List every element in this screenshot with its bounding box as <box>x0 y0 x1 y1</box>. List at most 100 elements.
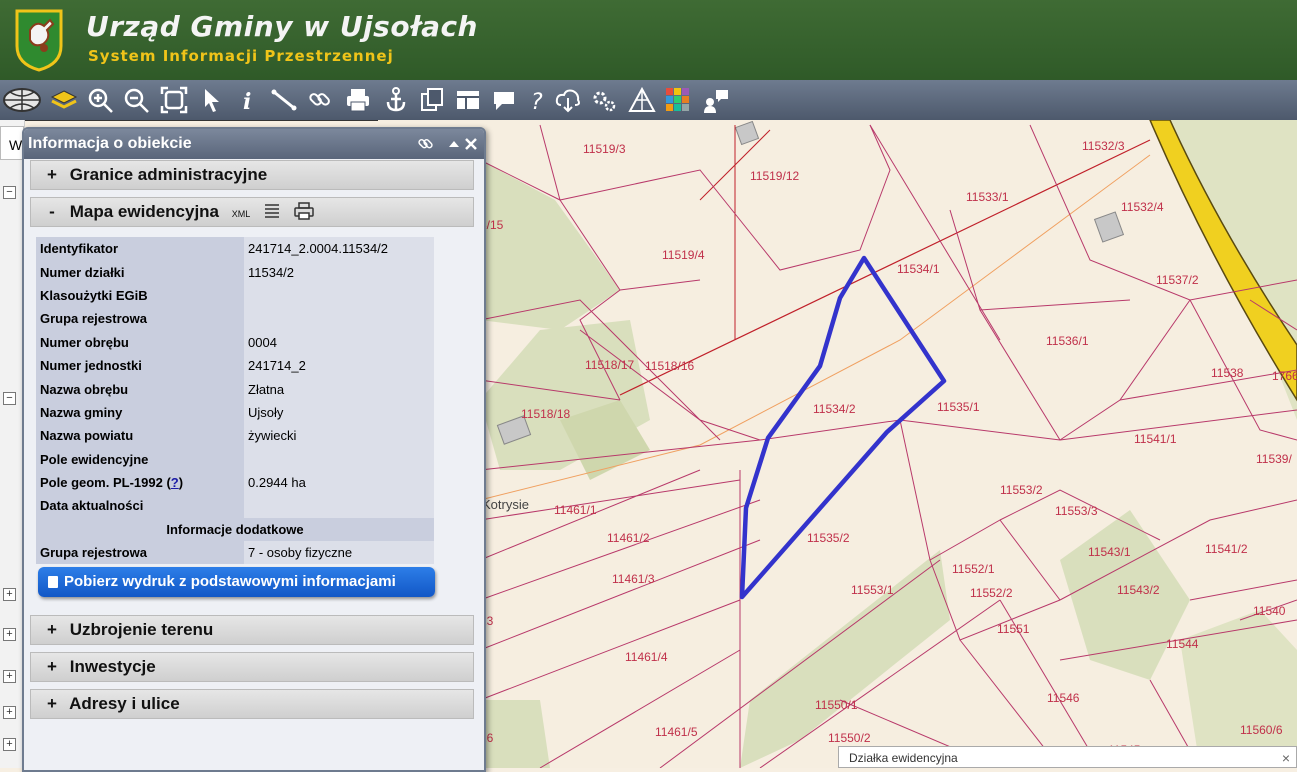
parcel-number-label: 11539/ <box>1256 452 1292 466</box>
parcel-number-label: 11541/2 <box>1205 542 1248 556</box>
xml-export-icon[interactable]: XML <box>232 209 251 219</box>
attribute-table: Identyfikator 241714_2.0004.11534/2 Numer … <box>36 237 434 565</box>
section-granice-administracyjne[interactable]: + Granice administracyjne <box>30 160 474 190</box>
expand-toggle[interactable]: + <box>3 670 16 683</box>
color-grid-icon[interactable] <box>664 86 692 114</box>
attribute-row: Nazwa obrębu Złatna <box>36 377 434 401</box>
parcel-number-label: 11532/4 <box>1121 200 1164 214</box>
attribute-key: Numer działki <box>36 260 244 284</box>
layer-tree-tab[interactable]: W <box>0 126 24 160</box>
attribute-key-text: Data aktualności <box>40 498 144 514</box>
parcel-number-label: 11550/1 <box>815 698 858 712</box>
section-label: Granice administracyjne <box>69 165 268 184</box>
expand-toggle[interactable]: + <box>3 628 16 641</box>
zoom-extent-icon[interactable] <box>160 86 188 114</box>
parcel-number-label: 11544 <box>1166 637 1199 651</box>
zoom-out-icon[interactable] <box>122 86 150 114</box>
link-icon[interactable] <box>417 136 435 152</box>
attribute-key: Grupa rejestrowa <box>36 307 244 331</box>
section-mapa-ewidencyjna[interactable]: - Mapa ewidencyjna XML <box>30 197 474 227</box>
expand-sign: + <box>47 694 57 713</box>
help-icon[interactable]: ? <box>524 86 552 114</box>
attribute-row: Grupa rejestrowa <box>36 307 434 331</box>
settings-icon[interactable] <box>590 86 618 114</box>
panel-title: Informacja o obiekcie <box>24 129 484 159</box>
cloud-download-icon[interactable] <box>554 86 582 114</box>
attribute-key: Pole geom. PL-1992 (?) <box>36 470 244 495</box>
place-name-label: Kotrysie <box>482 497 529 512</box>
parcel-number-label: 11543/2 <box>1117 583 1160 597</box>
attribute-key: Numer obrębu <box>36 330 244 354</box>
attribute-key-text: Pole geom. PL-1992 <box>40 475 163 491</box>
parcel-number-label: 11543/1 <box>1088 545 1131 559</box>
expand-toggle[interactable]: + <box>3 588 16 601</box>
parcel-number-label: 11532/3 <box>1082 139 1125 153</box>
attribute-value: żywiecki <box>244 424 434 448</box>
attribute-row: Pole geom. PL-1992 (?) 0.2944 ha <box>36 470 434 495</box>
main-toolbar: i ? <box>0 80 1297 121</box>
parcel-number-label: 11461/5 <box>655 725 698 739</box>
parcel-number-label: 11551 <box>997 622 1030 636</box>
expand-sign: + <box>47 657 57 676</box>
object-info-panel: Informacja o obiekcie + Granice administ… <box>22 127 486 772</box>
section-adresy-i-ulice[interactable]: + Adresy i ulice <box>30 689 474 719</box>
attribute-key-text: Nazwa obrębu <box>40 381 129 397</box>
app-subtitle: System Informacji Przestrzennej <box>88 47 394 65</box>
attribute-value: Ujsoły <box>244 400 434 425</box>
parcel-number-label: 11519/12 <box>750 169 799 183</box>
measure-distance-icon[interactable] <box>270 86 298 114</box>
list-icon[interactable] <box>263 202 281 220</box>
attribute-value: 241714_2 <box>244 353 434 378</box>
comment-icon[interactable] <box>490 86 518 114</box>
parcel-number-label: 11461/2 <box>607 531 650 545</box>
attribute-row: Pole ewidencyjne <box>36 447 434 471</box>
attribute-row: Numer działki 11534/2 <box>36 260 434 284</box>
expand-toggle[interactable]: + <box>3 738 16 751</box>
map-canvas[interactable]: 11519/311519/1211532/311533/111532/48/15… <box>378 120 1297 768</box>
parcel-number-label: 11537/2 <box>1156 273 1199 287</box>
svg-text:i: i <box>243 89 251 114</box>
layers-icon[interactable] <box>50 86 78 114</box>
parcel-number-label: 11535/2 <box>807 531 850 545</box>
collapse-toggle[interactable]: − <box>3 392 16 405</box>
attribute-key: Data aktualności <box>36 494 244 518</box>
close-icon[interactable] <box>464 136 478 152</box>
help-link[interactable]: ? <box>171 475 179 490</box>
export-icon[interactable] <box>418 86 446 114</box>
attribute-value <box>244 447 434 471</box>
print-icon[interactable] <box>293 202 314 220</box>
parcel-number-label: 11535/1 <box>937 400 980 414</box>
extra-info-header: Informacje dodatkowe <box>36 517 434 542</box>
parcel-number-label: 11540 <box>1253 604 1286 618</box>
parcel-number-label: 11546 <box>1047 691 1080 705</box>
download-printout-button[interactable]: Pobierz wydruk z podstawowymi informacja… <box>38 567 435 597</box>
section-label: Inwestycje <box>69 657 156 676</box>
parcel-number-label: 1766 <box>1272 369 1297 383</box>
expand-toggle[interactable]: + <box>3 706 16 719</box>
collapse-up-icon[interactable] <box>448 136 460 152</box>
select-arrow-icon[interactable] <box>198 86 226 114</box>
section-uzbrojenie-terenu[interactable]: + Uzbrojenie terenu <box>30 615 474 645</box>
attribute-row: Numer obrębu 0004 <box>36 330 434 354</box>
attribute-row: Numer jednostki 241714_2 <box>36 353 434 378</box>
app-header: Urząd Gminy w Ujsołach System Informacji… <box>0 0 1297 82</box>
attribute-key-text: Pole ewidencyjne <box>40 451 149 467</box>
parcel-number-label: 11533/1 <box>966 190 1009 204</box>
attribute-key-text: Numer działki <box>40 264 125 280</box>
section-inwestycje[interactable]: + Inwestycje <box>30 652 474 682</box>
layout-icon[interactable] <box>454 86 482 114</box>
attribute-key: Klasoużytki EGiB <box>36 283 244 308</box>
attribute-key-text: Identyfikator <box>40 241 119 257</box>
zoom-in-icon[interactable] <box>86 86 114 114</box>
info-icon[interactable]: i <box>234 86 262 114</box>
print-icon[interactable] <box>344 86 372 114</box>
map-services-icon[interactable] <box>2 86 42 114</box>
person-chat-icon[interactable] <box>702 86 730 114</box>
tooltip-close-icon[interactable]: × <box>1282 747 1290 769</box>
attribute-value <box>244 283 434 308</box>
collapse-toggle[interactable]: − <box>3 186 16 199</box>
link-icon[interactable] <box>306 86 334 114</box>
attribute-key: Pole ewidencyjne <box>36 447 244 471</box>
anchor-icon[interactable] <box>382 86 410 114</box>
triangle-icon[interactable] <box>628 86 656 114</box>
